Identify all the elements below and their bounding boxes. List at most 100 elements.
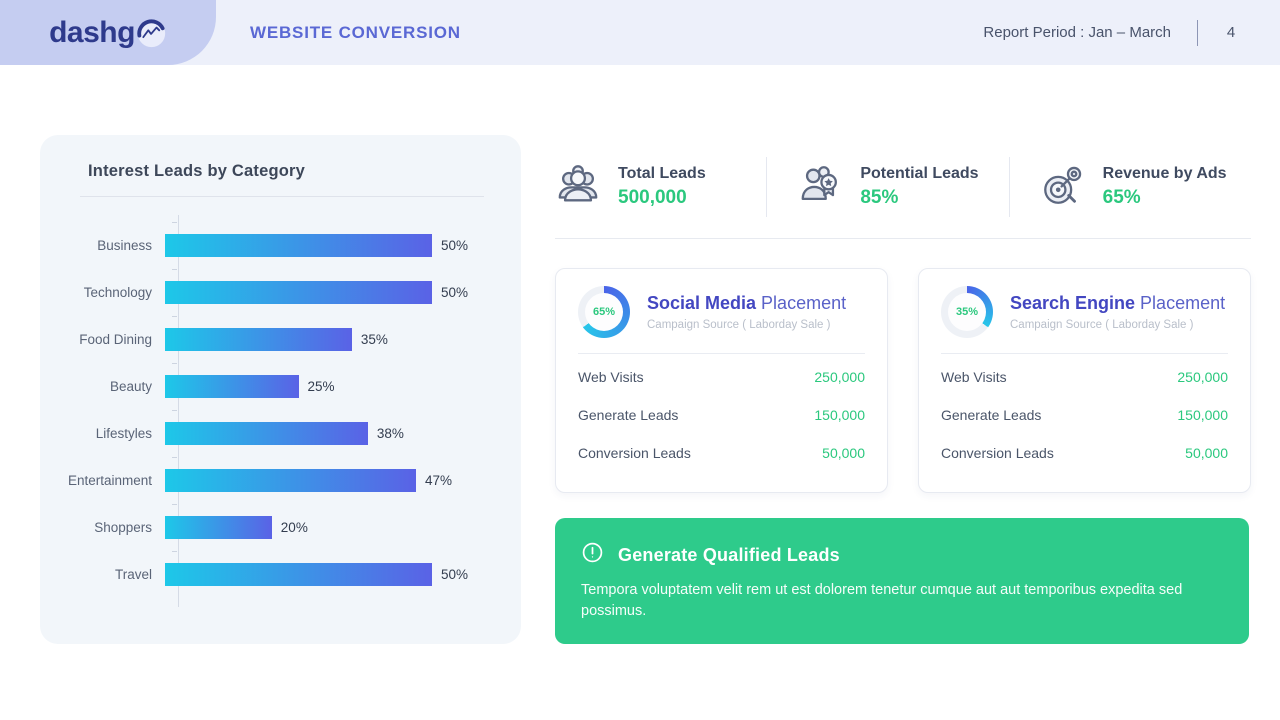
banner-header: Generate Qualified Leads bbox=[581, 541, 1223, 569]
users-group-icon bbox=[555, 162, 601, 213]
bar-value-label: 50% bbox=[441, 238, 468, 253]
bar-category-label: Lifestyles bbox=[40, 426, 165, 441]
bar bbox=[165, 234, 432, 257]
chart-title: Interest Leads by Category bbox=[40, 135, 521, 181]
bar-row: Beauty 25% bbox=[40, 363, 521, 410]
card-metric-row: Web Visits 250,000 bbox=[578, 358, 865, 396]
target-user-icon bbox=[1040, 162, 1086, 213]
info-circle-icon bbox=[581, 541, 604, 569]
metric-value: 150,000 bbox=[814, 407, 865, 423]
bar bbox=[165, 469, 416, 492]
bar-row: Travel 50% bbox=[40, 551, 521, 598]
bar-value-label: 25% bbox=[308, 379, 335, 394]
metric-value: 250,000 bbox=[814, 369, 865, 385]
stat-value: 65% bbox=[1103, 187, 1227, 209]
card-subtitle: Campaign Source ( Laborday Sale ) bbox=[647, 319, 846, 331]
card-metric-row: Generate Leads 150,000 bbox=[578, 396, 865, 434]
stat-value: 500,000 bbox=[618, 187, 706, 209]
card-title: Social Media Placement bbox=[647, 293, 846, 315]
qualified-leads-banner: Generate Qualified Leads Tempora volupta… bbox=[555, 518, 1249, 644]
metric-label: Web Visits bbox=[578, 369, 644, 385]
card-title-strong: Social Media bbox=[647, 293, 756, 313]
bar-category-label: Food Dining bbox=[40, 332, 165, 347]
panel-divider bbox=[80, 196, 484, 197]
metric-label: Generate Leads bbox=[941, 407, 1041, 423]
card-title: Search Engine Placement bbox=[1010, 293, 1225, 315]
card-subtitle: Campaign Source ( Laborday Sale ) bbox=[1010, 319, 1225, 331]
logo[interactable]: dashg bbox=[0, 0, 216, 65]
placement-cards: 65% Social Media Placement Campaign Source… bbox=[555, 268, 1251, 493]
card-title-strong: Search Engine bbox=[1010, 293, 1135, 313]
metric-label: Conversion Leads bbox=[578, 445, 691, 461]
kpi-stat: Potential Leads 85% bbox=[766, 157, 1008, 217]
card-metric-row: Generate Leads 150,000 bbox=[941, 396, 1228, 434]
metric-label: Conversion Leads bbox=[941, 445, 1054, 461]
logo-text: dashg bbox=[49, 16, 135, 50]
page-title: WEBSITE CONVERSION bbox=[250, 0, 461, 65]
bar-category-label: Business bbox=[40, 238, 165, 253]
placement-card: 65% Social Media Placement Campaign Source… bbox=[555, 268, 888, 493]
bar bbox=[165, 563, 432, 586]
app-header: dashg WEBSITE CONVERSION Report Period :… bbox=[0, 0, 1280, 65]
bar-category-label: Technology bbox=[40, 285, 165, 300]
stats-divider bbox=[555, 238, 1251, 239]
bar-value-label: 50% bbox=[441, 285, 468, 300]
metric-value: 50,000 bbox=[822, 445, 865, 461]
bar-row: Food Dining 35% bbox=[40, 316, 521, 363]
bar-category-label: Entertainment bbox=[40, 473, 165, 488]
metric-value: 50,000 bbox=[1185, 445, 1228, 461]
bar bbox=[165, 281, 432, 304]
metric-label: Generate Leads bbox=[578, 407, 678, 423]
bar-category-label: Travel bbox=[40, 567, 165, 582]
page-number: 4 bbox=[1224, 24, 1238, 41]
banner-body: Tempora voluptatem velit rem ut est dolo… bbox=[581, 580, 1223, 622]
kpi-stat: Total Leads 500,000 bbox=[555, 157, 766, 217]
header-divider bbox=[1197, 20, 1198, 46]
placement-card: 35% Search Engine Placement Campaign Sourc… bbox=[918, 268, 1251, 493]
bar-value-label: 50% bbox=[441, 567, 468, 582]
users-award-icon bbox=[797, 162, 843, 213]
report-period: Report Period : Jan – March bbox=[983, 24, 1171, 41]
banner-title: Generate Qualified Leads bbox=[618, 545, 840, 566]
bar-row: Shoppers 20% bbox=[40, 504, 521, 551]
stat-label: Revenue by Ads bbox=[1103, 165, 1227, 183]
logo-gauge-icon bbox=[136, 18, 167, 54]
metric-value: 150,000 bbox=[1177, 407, 1228, 423]
metric-value: 250,000 bbox=[1177, 369, 1228, 385]
interest-leads-panel: Interest Leads by Category Business50%Te… bbox=[40, 135, 521, 644]
card-divider bbox=[578, 353, 865, 354]
bar-value-label: 20% bbox=[281, 520, 308, 535]
stat-label: Potential Leads bbox=[860, 165, 978, 183]
bar bbox=[165, 516, 272, 539]
stat-label: Total Leads bbox=[618, 165, 706, 183]
bar-category-label: Shoppers bbox=[40, 520, 165, 535]
bar-row: Business 50% bbox=[40, 222, 521, 269]
interest-leads-bar-chart: Business 50% Technology 50% Food Dining 35% Be… bbox=[40, 222, 521, 598]
stat-value: 85% bbox=[860, 187, 978, 209]
donut-percent-label: 35% bbox=[948, 293, 986, 331]
donut-chart: 65% bbox=[578, 286, 630, 338]
bar-category-label: Beauty bbox=[40, 379, 165, 394]
bar-row: Entertainment 47% bbox=[40, 457, 521, 504]
page: dashg WEBSITE CONVERSION Report Period :… bbox=[0, 0, 1280, 720]
card-divider bbox=[941, 353, 1228, 354]
card-metric-row: Conversion Leads 50,000 bbox=[578, 434, 865, 472]
bar-value-label: 38% bbox=[377, 426, 404, 441]
metric-label: Web Visits bbox=[941, 369, 1007, 385]
donut-chart: 35% bbox=[941, 286, 993, 338]
kpi-stats-row: Total Leads 500,000 Potential Leads 85% Reve… bbox=[555, 157, 1251, 217]
bar bbox=[165, 375, 299, 398]
header-meta: Report Period : Jan – March 4 bbox=[983, 0, 1238, 65]
card-title-light: Placement bbox=[756, 293, 846, 313]
card-metric-row: Web Visits 250,000 bbox=[941, 358, 1228, 396]
bar-row: Technology 50% bbox=[40, 269, 521, 316]
bar bbox=[165, 328, 352, 351]
card-title-light: Placement bbox=[1135, 293, 1225, 313]
bar bbox=[165, 422, 368, 445]
donut-percent-label: 65% bbox=[585, 293, 623, 331]
bar-row: Lifestyles 38% bbox=[40, 410, 521, 457]
bar-value-label: 35% bbox=[361, 332, 388, 347]
bar-value-label: 47% bbox=[425, 473, 452, 488]
card-metric-row: Conversion Leads 50,000 bbox=[941, 434, 1228, 472]
kpi-stat: Revenue by Ads 65% bbox=[1009, 157, 1251, 217]
